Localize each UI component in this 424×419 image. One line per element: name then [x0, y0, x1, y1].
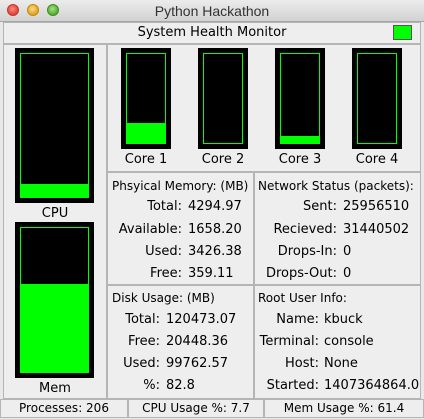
disk-usage-title: Disk Usage: (MB): [112, 291, 215, 305]
net-drops-out-value: 0: [343, 266, 352, 281]
status-cpu-usage: CPU Usage %: 7.7: [128, 399, 264, 418]
root-user-title: Root User Info:: [258, 291, 347, 305]
cpu-meter-fill: [21, 184, 88, 197]
core-1-meter: [121, 48, 171, 149]
physical-memory-title: Phsyical Memory: (MB): [112, 179, 249, 193]
mem-meter-fill: [21, 284, 88, 372]
net-received-value: 31440502: [343, 222, 410, 237]
pm-available-label: Available:: [118, 222, 182, 237]
disk-percent-value: 82.8: [166, 378, 195, 393]
status-mem-usage: Mem Usage %: 61.4: [264, 399, 424, 418]
net-received-label: Recieved:: [273, 222, 337, 237]
disk-used-label: Used:: [123, 356, 160, 371]
network-status-title: Network Status (packets):: [258, 179, 414, 193]
user-terminal-value: console: [324, 334, 374, 349]
net-sent-value: 25956510: [343, 199, 410, 214]
pm-total-value: 4294.97: [188, 199, 242, 214]
cpu-meter: [15, 48, 94, 203]
net-drops-in-label: Drops-In:: [277, 244, 337, 259]
core-3-label: Core 3: [278, 152, 322, 167]
window-title: Python Hackathon: [154, 3, 270, 19]
disk-total-label: Total:: [125, 312, 160, 327]
net-sent-label: Sent:: [303, 199, 337, 214]
user-started-label: Started:: [266, 378, 319, 393]
page-title: System Health Monitor: [137, 25, 287, 40]
disk-total-value: 120473.07: [166, 312, 237, 327]
core-4-label: Core 4: [355, 152, 399, 167]
user-host-label: Host:: [285, 356, 319, 371]
pm-used-label: Used:: [145, 244, 182, 259]
net-drops-out-label: Drops-Out:: [265, 266, 337, 281]
core-2-meter: [198, 48, 248, 149]
user-terminal-label: Terminal:: [259, 334, 319, 349]
core-3-meter-fill: [281, 135, 319, 143]
user-name-value: kbuck: [324, 312, 363, 327]
status-indicator: [393, 25, 412, 40]
cpu-meter-frame: [20, 53, 89, 198]
core-3-meter: [275, 48, 325, 149]
mem-meter: [15, 222, 94, 378]
disk-used-value: 99762.57: [166, 356, 229, 371]
disk-free-value: 20448.36: [166, 334, 229, 349]
cpu-meter-label: CPU: [41, 206, 69, 221]
core-2-label: Core 2: [201, 152, 245, 167]
core-4-meter: [352, 48, 402, 149]
pm-available-value: 1658.20: [188, 222, 242, 237]
mem-meter-label: Mem: [39, 381, 71, 396]
status-processes: Processes: 206: [0, 399, 128, 418]
core-1-meter-fill: [127, 123, 165, 143]
user-started-value: 1407364864.0: [324, 378, 420, 393]
user-host-value: None: [324, 356, 358, 371]
pm-total-label: Total:: [147, 199, 182, 214]
pm-used-value: 3426.38: [188, 244, 242, 259]
pm-free-label: Free:: [150, 266, 182, 281]
disk-percent-label: %:: [143, 378, 160, 393]
disk-free-label: Free:: [128, 334, 160, 349]
user-name-label: Name:: [276, 312, 319, 327]
pm-free-value: 359.11: [188, 266, 234, 281]
net-drops-in-value: 0: [343, 244, 352, 259]
mem-meter-frame: [20, 227, 89, 373]
core-1-label: Core 1: [124, 152, 168, 167]
